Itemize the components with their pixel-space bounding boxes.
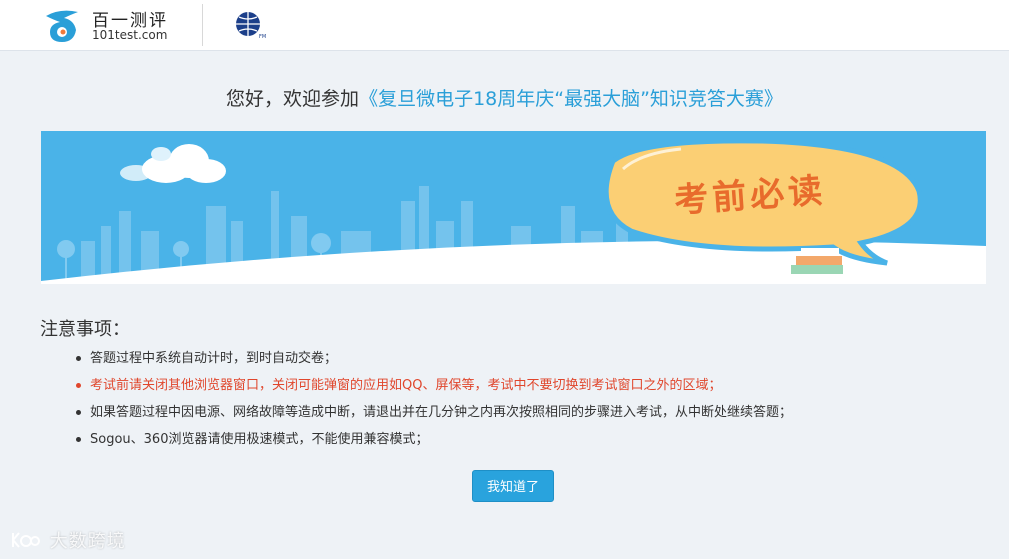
- note-item: Sogou、360浏览器请使用极速模式，不能使用兼容模式；: [76, 426, 792, 453]
- welcome-greeting: 您好，欢迎参加: [226, 88, 360, 110]
- notes-title: 注意事项：: [40, 319, 130, 340]
- bullet-icon: [76, 383, 81, 388]
- watermark-text: 大数跨境: [49, 531, 126, 552]
- note-item-warning: 考试前请关闭其他浏览器窗口，关闭可能弹窗的应用如QQ、屏保等，考试中不要切换到考…: [76, 372, 792, 399]
- note-text: 答题过程中系统自动计时，到时自动交卷；: [90, 351, 338, 366]
- watermark: 大数跨境: [10, 527, 126, 553]
- welcome-title: 您好，欢迎参加《复旦微电子18周年庆“最强大脑”知识竞答大赛》: [0, 84, 1009, 111]
- note-item: 答题过程中系统自动计时，到时自动交卷；: [76, 345, 792, 372]
- brand-domain: 101test.com: [92, 28, 168, 42]
- svg-text:FM: FM: [259, 34, 266, 40]
- note-text: Sogou、360浏览器请使用极速模式，不能使用兼容模式；: [90, 432, 429, 447]
- note-item: 如果答题过程中因电源、网络故障等造成中断，请退出并在几分钟之内再次按照相同的步骤…: [76, 399, 792, 426]
- confirm-button[interactable]: 我知道了: [472, 470, 554, 502]
- header-divider: [202, 4, 203, 46]
- notes-list: 答题过程中系统自动计时，到时自动交卷； 考试前请关闭其他浏览器窗口，关闭可能弹窗…: [76, 345, 792, 453]
- note-text: 如果答题过程中因电源、网络故障等造成中断，请退出并在几分钟之内再次按照相同的步骤…: [90, 405, 793, 420]
- watermark-logo-icon: [12, 532, 40, 548]
- top-header: 百一测评 101test.com FM: [0, 0, 1009, 51]
- bullet-icon: [76, 437, 81, 442]
- bullet-icon: [76, 410, 81, 415]
- small-cloud-icon: [120, 165, 152, 181]
- globe-emblem-icon: FM: [236, 12, 266, 40]
- note-text: 考试前请关闭其他浏览器窗口，关闭可能弹窗的应用如QQ、屏保等，考试中不要切换到考…: [90, 378, 722, 393]
- brand-logo-icon[interactable]: [40, 6, 86, 46]
- bullet-icon: [76, 356, 81, 361]
- contest-name: 《复旦微电子18周年庆“最强大脑”知识竞答大赛》: [359, 88, 783, 110]
